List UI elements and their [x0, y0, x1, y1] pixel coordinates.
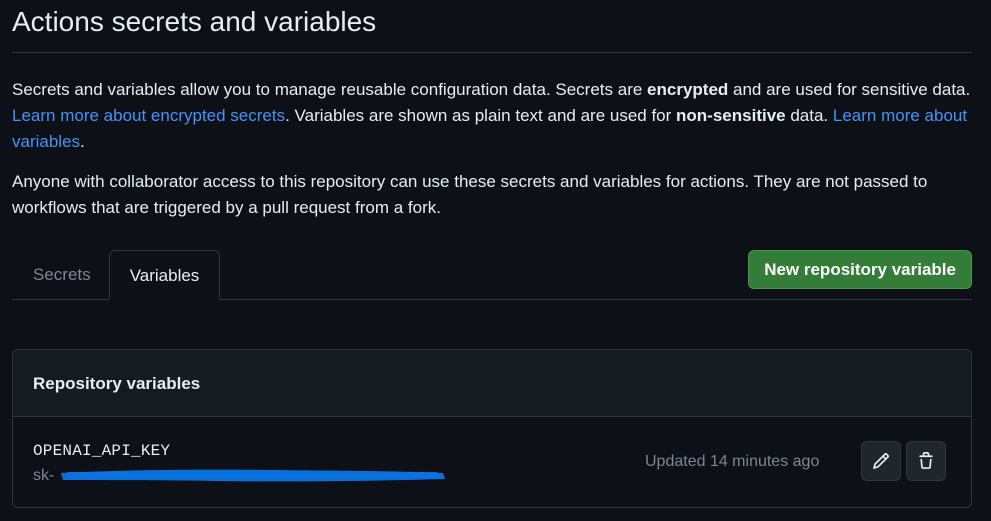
variable-value: sk- [33, 467, 55, 484]
tab-variables[interactable]: Variables [109, 250, 220, 300]
intro-text: . Variables are shown as plain text and … [285, 106, 677, 125]
edit-variable-button[interactable] [861, 441, 901, 481]
intro-text: . [80, 132, 85, 151]
repository-variables-header: Repository variables [13, 350, 971, 417]
variable-row: OPENAI_API_KEY sk- Updated 14 minutes ag… [13, 417, 971, 507]
intro-emphasis-non-sensitive: non-sensitive [676, 106, 786, 125]
tab-bar: Secrets Variables New repository variabl… [12, 250, 972, 300]
pencil-icon [873, 453, 889, 469]
intro-text: Secrets and variables allow you to manag… [12, 80, 648, 99]
redaction-scribble [61, 469, 445, 482]
intro-paragraph-1: Secrets and variables allow you to manag… [12, 77, 972, 155]
tab-secrets[interactable]: Secrets [12, 250, 111, 299]
variable-name: OPENAI_API_KEY [33, 442, 171, 460]
intro-emphasis-encrypted: encrypted [647, 80, 729, 99]
intro-paragraph-2: Anyone with collaborator access to this … [12, 172, 928, 217]
repository-variables-box: Repository variables OPENAI_API_KEY sk- … [12, 349, 972, 508]
trash-icon [919, 452, 933, 469]
intro-text: and are used for sensitive data. [728, 80, 971, 99]
intro-text: data. [785, 106, 833, 125]
settings-page: Actions secrets and variables Secrets an… [12, 0, 972, 508]
page-title: Actions secrets and variables [12, 2, 972, 53]
delete-variable-button[interactable] [906, 441, 946, 481]
variable-updated-time: Updated 14 minutes ago [645, 453, 820, 470]
new-repository-variable-button[interactable]: New repository variable [748, 250, 972, 289]
learn-more-secrets-link[interactable]: Learn more about encrypted secrets [12, 106, 285, 125]
